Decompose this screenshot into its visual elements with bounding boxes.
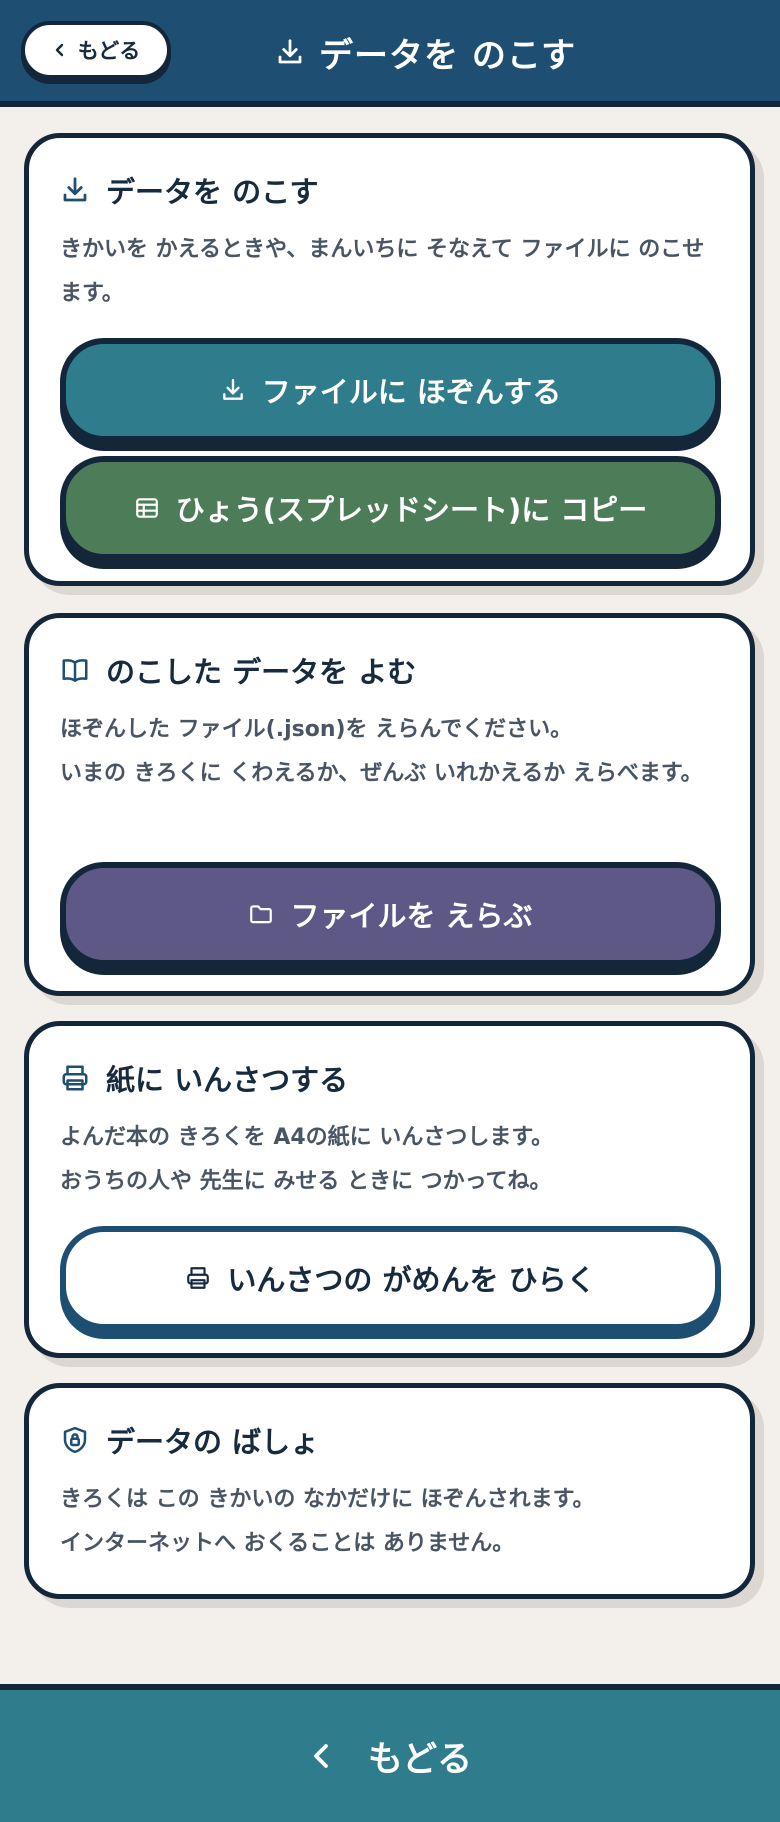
printer-icon [62, 1065, 88, 1091]
open-print-screen-button[interactable]: いんさつの がめんを ひらく [60, 1226, 721, 1330]
open-print-screen-label: いんさつの がめんを ひらく [227, 1263, 596, 1297]
download-icon [278, 39, 302, 64]
save-file-label: ファイルに ほぞんする [261, 375, 562, 409]
storage-card-description: きろくは この きかいの なかだけに ほぞんされます。 インターネットへ おくる… [60, 1478, 719, 1566]
footer-back-button[interactable]: もどる [0, 1684, 780, 1822]
app-header: もどる データを のこす [0, 0, 780, 107]
copy-to-spreadsheet-button[interactable]: ひょう(スプレッドシート)に コピー [60, 456, 721, 560]
save-data-card: データを のこす きかいを かえるときや、まんいちに そなえて ファイルに のこ… [24, 133, 755, 586]
page-title-text: データを のこす [319, 35, 577, 76]
save-card-description: きかいを かえるときや、まんいちに そなえて ファイルに のこせます。 [60, 237, 705, 306]
load-card-description: ほぞんした ファイル(.json)を えらんでください。 いまの きろくに くわ… [60, 708, 719, 796]
print-card-description: よんだ本の きろくを A4の紙に いんさつします。 おうちの人や 先生に みせる… [60, 1116, 719, 1204]
copy-to-spreadsheet-label: ひょう(スプレッドシート)に コピー [175, 493, 648, 527]
load-card-title-text: のこした データを よむ [106, 655, 417, 689]
printer-icon [187, 1267, 210, 1289]
load-card-line1: ほぞんした ファイル(.json)を えらんでください。 [60, 717, 573, 742]
header-back-button[interactable]: もどる [21, 21, 171, 79]
print-card-line1: よんだ本の きろくを A4の紙に いんさつします。 [60, 1125, 554, 1150]
folder-icon [250, 905, 273, 924]
storage-card-title: データの ばしょ [60, 1418, 719, 1462]
load-card-title: のこした データを よむ [60, 648, 719, 692]
save-card-title-text: データを のこす [106, 175, 319, 209]
footer-back-label: もどる [367, 1739, 473, 1780]
table-icon [135, 498, 158, 518]
download-icon [63, 177, 87, 202]
save-card-title: データを のこす [60, 168, 719, 212]
print-card-line2: おうちの人や 先生に みせる ときに つかってね。 [60, 1169, 552, 1194]
header-back-label: もどる [77, 39, 141, 63]
storage-card-title-text: データの ばしょ [106, 1425, 320, 1459]
print-card: 紙に いんさつする よんだ本の きろくを A4の紙に いんさつします。 おうちの… [24, 1021, 755, 1358]
page-title: データを のこす [275, 26, 576, 78]
print-card-title: 紙に いんさつする [60, 1056, 719, 1100]
storage-card-line1: きろくは この きかいの なかだけに ほぞんされます。 [60, 1487, 595, 1512]
chevron-left-icon [313, 1744, 328, 1768]
choose-file-button[interactable]: ファイルを えらぶ [60, 862, 721, 966]
chevron-left-icon [55, 43, 63, 57]
book-open-icon [62, 659, 88, 682]
load-card-line2: いまの きろくに くわえるか、ぜんぶ いれかえるか えらべます。 [60, 761, 703, 786]
download-icon [222, 379, 243, 400]
storage-card-line2: インターネットへ おくることは ありません。 [60, 1531, 515, 1556]
data-location-card: データの ばしょ きろくは この きかいの なかだけに ほぞんされます。 インタ… [24, 1383, 755, 1599]
load-data-card: のこした データを よむ ほぞんした ファイル(.json)を えらんでください… [24, 613, 755, 996]
print-card-title-text: 紙に いんさつする [106, 1063, 349, 1097]
choose-file-label: ファイルを えらぶ [290, 899, 533, 933]
shield-lock-icon [63, 1426, 87, 1454]
save-file-button[interactable]: ファイルに ほぞんする [60, 338, 721, 442]
